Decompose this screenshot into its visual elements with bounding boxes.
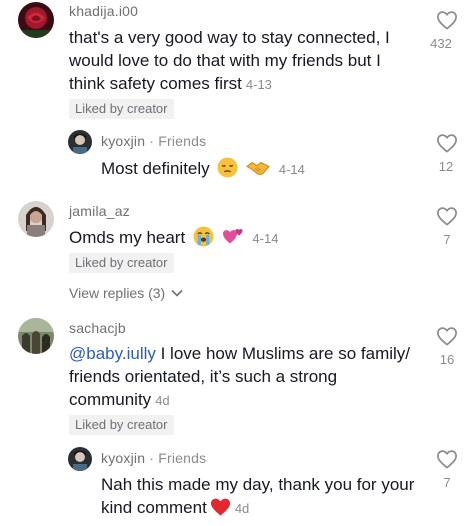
friends-tag: Friends xyxy=(158,133,207,149)
comment-text-fragment: community xyxy=(69,390,152,409)
reply-text: Nah this made my day, thank you for your… xyxy=(101,473,414,523)
revolving-hearts-icon xyxy=(222,226,244,253)
like-button[interactable]: 12 xyxy=(427,133,467,174)
username-text: kyoxjin xyxy=(101,450,146,466)
like-button[interactable]: 432 xyxy=(427,10,467,51)
heart-outline-icon xyxy=(437,207,457,226)
handshake-icon xyxy=(246,157,270,184)
reply-text-line: kind comment 4d xyxy=(101,496,414,523)
avatar[interactable] xyxy=(68,447,92,471)
comment-date: 4d xyxy=(155,393,170,408)
avatar[interactable] xyxy=(18,201,54,237)
username-separator: · xyxy=(145,133,159,149)
comment-text: @baby.iully I love how Muslims are so fa… xyxy=(69,342,410,412)
reply-text-fragment: kind comment xyxy=(101,498,207,517)
avatar[interactable] xyxy=(18,2,54,38)
username[interactable]: sachacjb xyxy=(69,320,126,336)
heart-outline-icon xyxy=(437,327,457,346)
comment-text-fragment: I love how Muslims are so family/ xyxy=(155,344,411,363)
username[interactable]: khadija.i00 xyxy=(69,3,138,19)
comment-text-line: would love to do that with my friends bu… xyxy=(69,51,381,70)
red-heart-icon xyxy=(210,497,231,523)
reply-text: Most definitely 4-14 xyxy=(101,157,305,184)
like-button[interactable]: 7 xyxy=(427,206,467,247)
pensive-face-icon xyxy=(217,157,238,184)
chevron-down-icon xyxy=(171,289,183,297)
comment-text-line: that's a very good way to stay connected… xyxy=(69,28,390,47)
view-replies-button[interactable]: View replies (3) xyxy=(69,285,183,301)
comment-text-line: @baby.iully I love how Muslims are so fa… xyxy=(69,342,410,365)
comment-date: 4-14 xyxy=(252,231,279,246)
comment-text-fragment: think safety comes first xyxy=(69,74,242,93)
comment-text: Omds my heart 4-14 xyxy=(69,226,278,253)
liked-by-creator-badge: Liked by creator xyxy=(69,253,174,273)
loudly-crying-face-icon xyxy=(193,226,214,253)
comment-text: that's a very good way to stay connected… xyxy=(69,26,390,96)
reply-text-content: Most definitely xyxy=(101,159,210,178)
like-count: 16 xyxy=(439,352,455,367)
heart-outline-icon xyxy=(437,450,457,469)
comment-text-content: Omds my heart xyxy=(69,228,186,247)
heart-outline-icon xyxy=(437,134,457,153)
comments-list: khadija.i00 that's a very good way to st… xyxy=(0,0,474,526)
username[interactable]: kyoxjin · Friends xyxy=(101,450,206,466)
like-button[interactable]: 16 xyxy=(427,326,467,367)
like-count: 7 xyxy=(443,475,451,490)
avatar[interactable] xyxy=(18,318,54,354)
username[interactable]: kyoxjin · Friends xyxy=(101,133,206,149)
comment-text-line: community 4d xyxy=(69,388,410,412)
liked-by-creator-badge: Liked by creator xyxy=(69,99,174,119)
avatar[interactable] xyxy=(68,130,92,154)
reply-text-line: Nah this made my day, thank you for your xyxy=(101,475,415,494)
like-count: 12 xyxy=(438,159,454,174)
like-count: 7 xyxy=(443,232,451,247)
mention-link[interactable]: @baby.iully xyxy=(69,344,156,363)
comment-text-line: friends orientated, it’s such a strong xyxy=(69,367,338,386)
reply-date: 4d xyxy=(234,501,250,516)
liked-by-creator-badge: Liked by creator xyxy=(69,415,174,435)
heart-outline-icon xyxy=(437,11,457,30)
reply-date: 4-14 xyxy=(278,162,305,177)
comment-date: 4-13 xyxy=(245,77,272,92)
friends-tag: Friends xyxy=(158,450,207,466)
username-text: kyoxjin xyxy=(101,133,146,149)
view-replies-label: View replies (3) xyxy=(69,285,166,301)
like-count: 432 xyxy=(430,36,452,51)
like-button[interactable]: 7 xyxy=(427,449,467,490)
username-separator: · xyxy=(145,450,159,466)
comment-text-line: think safety comes first 4-13 xyxy=(69,72,390,96)
username[interactable]: jamila_az xyxy=(69,203,130,219)
